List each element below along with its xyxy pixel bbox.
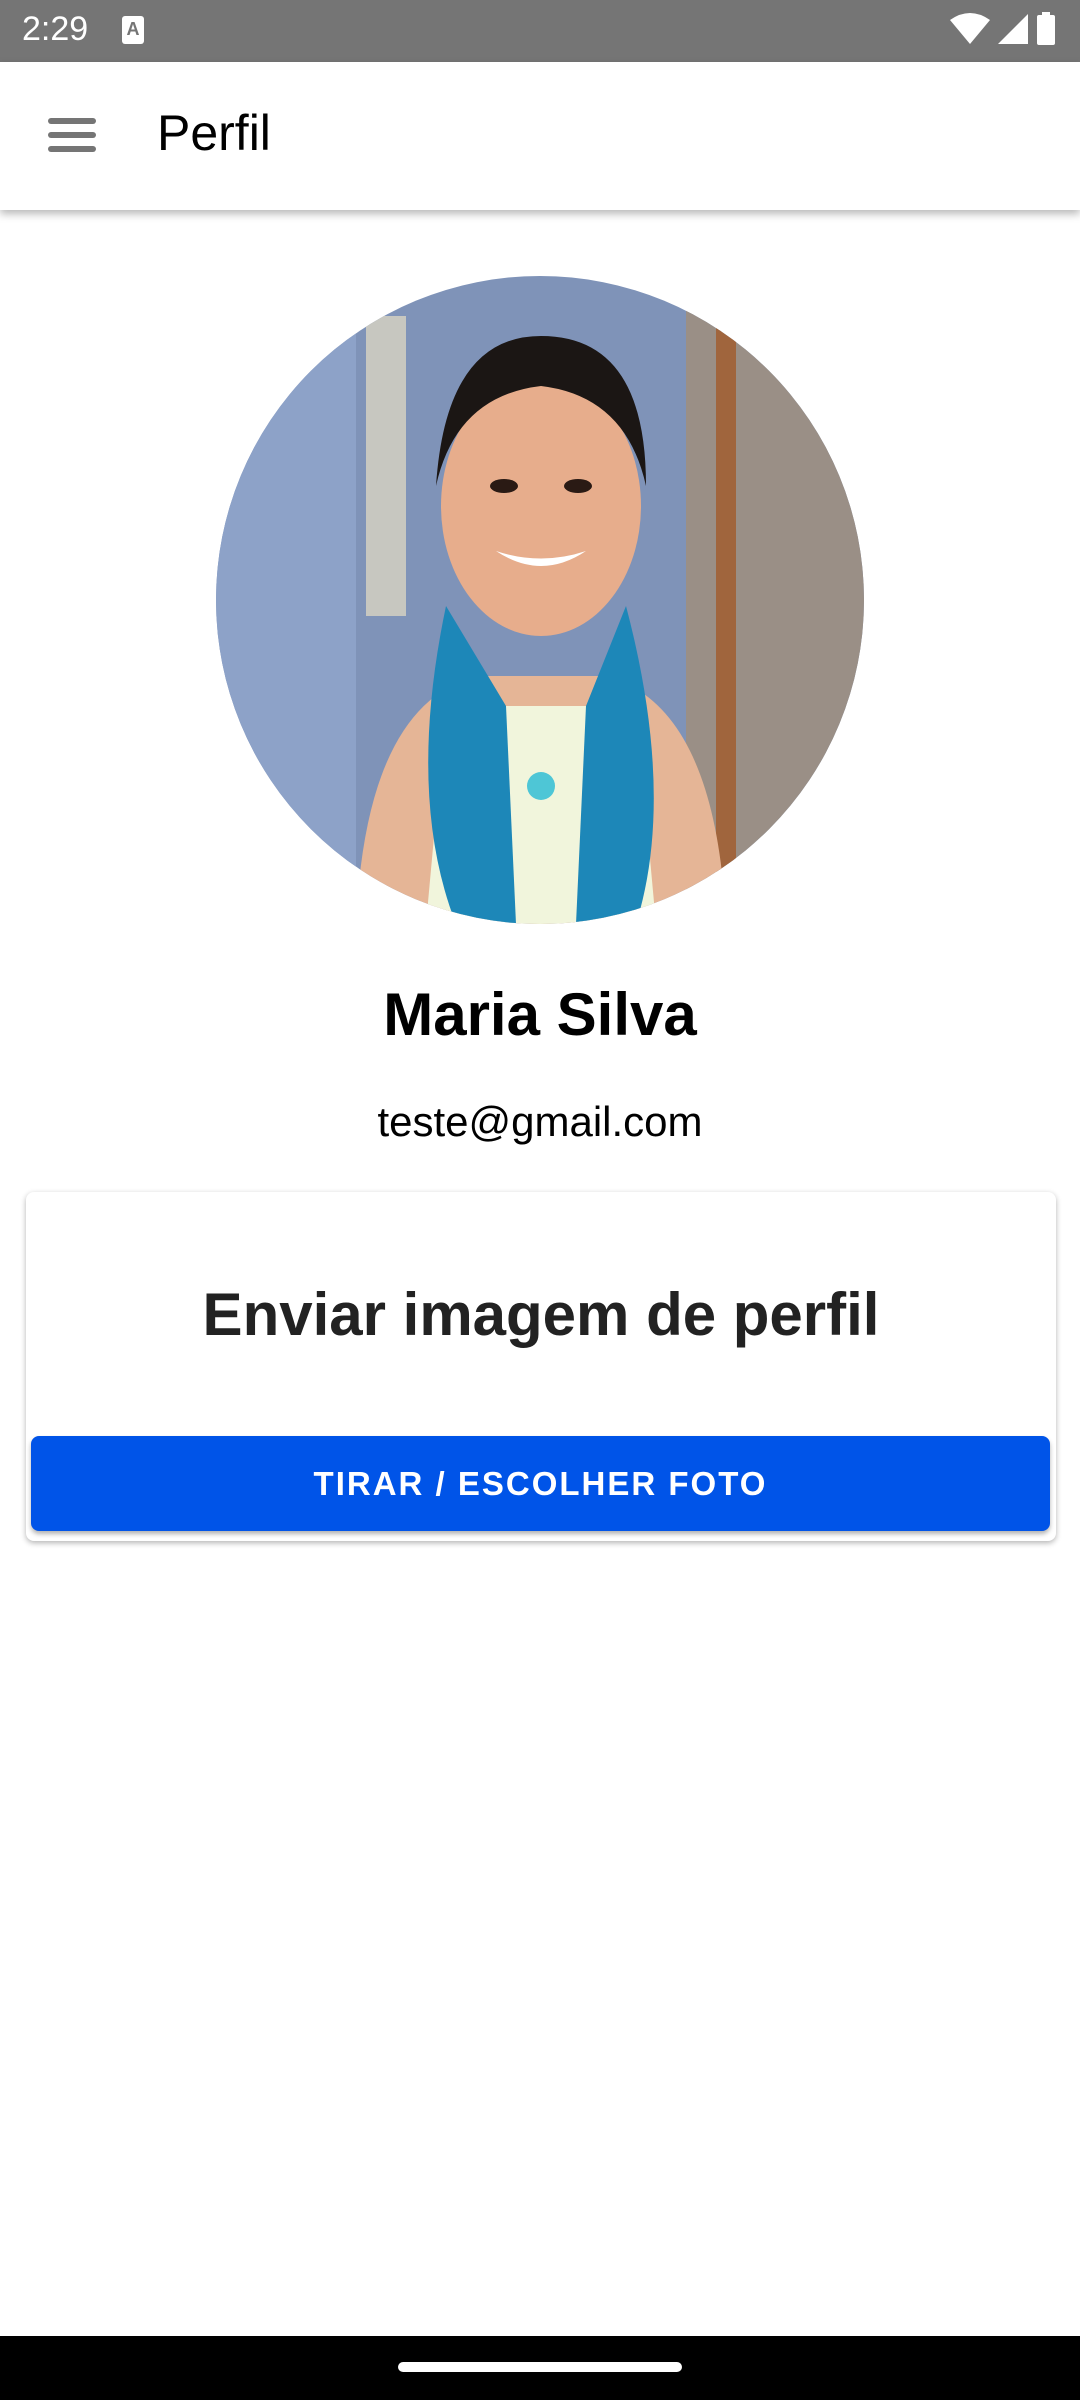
battery-icon — [1037, 12, 1055, 45]
upload-card: Enviar imagem de perfil TIRAR / ESCOLHER… — [26, 1192, 1056, 1541]
profile-name: Maria Silva — [383, 981, 697, 1048]
page-title: Perfil — [157, 105, 271, 161]
status-bar: 2:29 A — [0, 0, 1080, 62]
notification-icon: A — [122, 16, 144, 44]
profile-avatar — [216, 276, 864, 924]
hamburger-menu-icon[interactable] — [48, 118, 96, 154]
home-gesture-handle[interactable] — [398, 2362, 682, 2372]
upload-card-title: Enviar imagem de perfil — [202, 1281, 880, 1348]
navigation-bar — [0, 2336, 1080, 2400]
status-time: 2:29 — [22, 10, 89, 48]
take-choose-photo-button[interactable]: TIRAR / ESCOLHER FOTO — [31, 1436, 1050, 1531]
app-bar: Perfil — [0, 62, 1080, 210]
wifi-icon — [950, 13, 990, 44]
profile-email: teste@gmail.com — [377, 1098, 703, 1145]
signal-icon — [998, 14, 1028, 44]
